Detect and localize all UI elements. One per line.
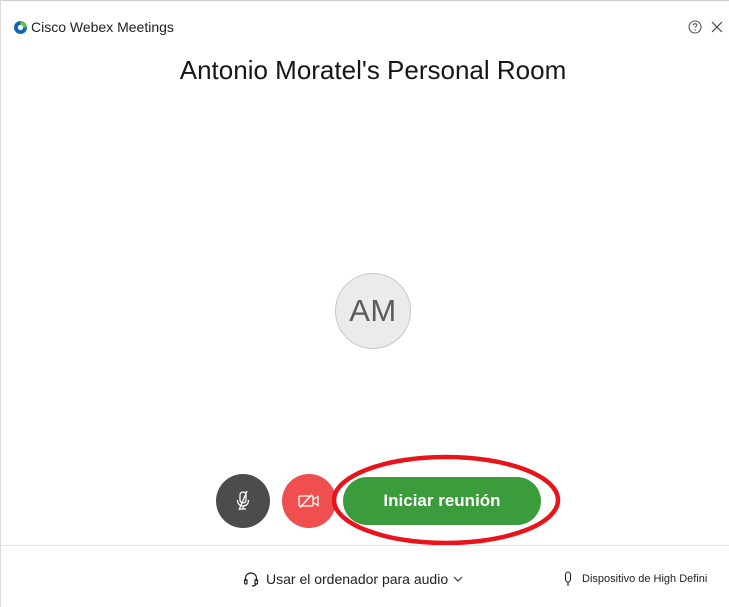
device-label: Dispositivo de High Defini bbox=[582, 573, 708, 585]
avatar: AM bbox=[335, 273, 411, 349]
audio-connection-select[interactable]: Usar el ordenador para audio bbox=[242, 568, 464, 590]
title-bar: Cisco Webex Meetings bbox=[0, 1, 729, 35]
mute-button[interactable] bbox=[216, 474, 270, 528]
help-circle-icon[interactable] bbox=[688, 20, 702, 34]
video-toggle-button[interactable] bbox=[282, 474, 336, 528]
chevron-down-icon bbox=[453, 576, 463, 582]
microphone-icon bbox=[564, 571, 572, 586]
audio-option-label: Usar el ordenador para audio bbox=[266, 571, 449, 587]
highlight-ellipse bbox=[331, 454, 561, 546]
microphone-device-select[interactable]: Dispositivo de High Defini bbox=[563, 568, 729, 590]
webex-logo-icon bbox=[14, 21, 27, 34]
close-icon[interactable] bbox=[709, 19, 725, 35]
window-left-border bbox=[0, 0, 1, 607]
app-name: Cisco Webex Meetings bbox=[31, 19, 174, 35]
footer-divider bbox=[0, 545, 729, 546]
microphone-muted-icon bbox=[236, 490, 250, 511]
headset-icon bbox=[243, 572, 259, 587]
room-title: Antonio Moratel's Personal Room bbox=[179, 55, 567, 85]
video-off-icon bbox=[298, 494, 319, 508]
avatar-initials: AM bbox=[349, 293, 397, 328]
